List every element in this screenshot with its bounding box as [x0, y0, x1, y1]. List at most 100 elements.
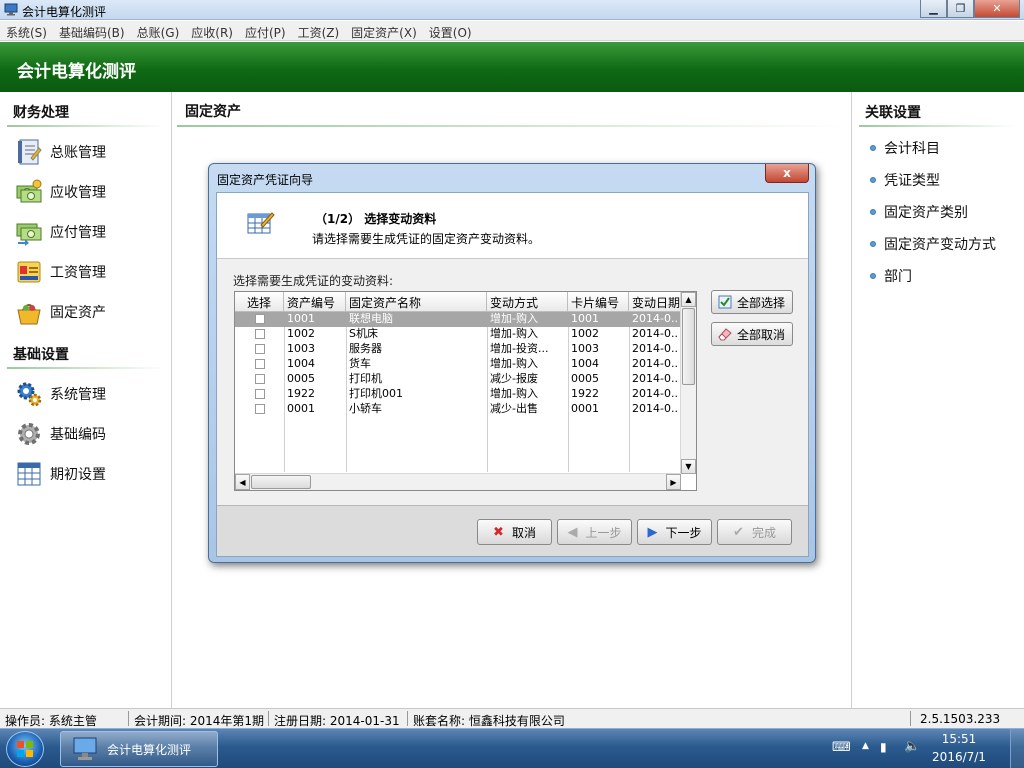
windows-logo-icon: [17, 741, 33, 757]
nav-item-basic-code[interactable]: 基础编码: [14, 418, 164, 450]
left-nav-panel: 财务处理 总账管理 应收管理 应付管理 工资管理 固定资产 基础设置 系统管理 …: [0, 92, 172, 708]
cell-change-method: 增加-购入: [490, 387, 538, 400]
scroll-thumb[interactable]: [251, 475, 311, 489]
scroll-left-arrow-icon[interactable]: ◀: [235, 474, 250, 490]
row-checkbox[interactable]: [255, 374, 265, 384]
maximize-button[interactable]: ❐: [947, 0, 974, 18]
table-row[interactable]: 1002 S机床 增加-购入 1002 2014-0..: [235, 327, 681, 342]
related-link-change-methods[interactable]: 固定资产变动方式: [870, 234, 996, 254]
table-row[interactable]: 1003 服务器 增加-投资... 1003 2014-0..: [235, 342, 681, 357]
menu-ledger[interactable]: 总账(G): [131, 21, 186, 40]
row-checkbox[interactable]: [255, 344, 265, 354]
nav-item-ledger[interactable]: 总账管理: [14, 136, 164, 168]
next-step-button[interactable]: ▶ 下一步: [637, 519, 712, 545]
dialog-body: （1/2） 选择变动资料 请选择需要生成凭证的固定资产变动资料。 选择需要生成凭…: [216, 192, 809, 557]
status-version: 2.5.1503.233: [920, 712, 1001, 726]
nav-item-payroll[interactable]: 工资管理: [14, 256, 164, 288]
computer-icon: [73, 737, 97, 760]
row-checkbox[interactable]: [255, 329, 265, 339]
row-checkbox[interactable]: [255, 389, 265, 399]
table-row[interactable]: 0005 打印机 减少-报废 0005 2014-0..: [235, 372, 681, 387]
select-all-button[interactable]: 全部选择: [711, 290, 793, 314]
nav-item-payable[interactable]: 应付管理: [14, 216, 164, 248]
status-operator: 操作员: 系统主管: [5, 714, 97, 728]
menu-receivable[interactable]: 应收(R): [185, 21, 239, 40]
cell-asset-name: 货车: [349, 357, 371, 370]
tray-expand-icon[interactable]: ▲: [862, 741, 869, 751]
cell-change-date: 2014-0..: [632, 357, 678, 370]
status-separator: [128, 711, 129, 726]
related-link-accounts[interactable]: 会计科目: [870, 138, 940, 158]
nav-item-receivable[interactable]: 应收管理: [14, 176, 164, 208]
close-button[interactable]: ✕: [974, 0, 1020, 18]
column-header-card-number[interactable]: 卡片编号: [568, 292, 629, 312]
cell-asset-code: 1002: [287, 327, 315, 340]
column-header-asset-name[interactable]: 固定资产名称: [346, 292, 487, 312]
section-divider: [7, 367, 165, 369]
nav-item-system[interactable]: 系统管理: [14, 378, 164, 410]
dialog-close-button[interactable]: x: [765, 164, 809, 183]
table-row[interactable]: 1004 货车 增加-购入 1004 2014-0..: [235, 357, 681, 372]
nav-item-initial-setup[interactable]: 期初设置: [14, 458, 164, 490]
column-header-change-method[interactable]: 变动方式: [487, 292, 568, 312]
scroll-thumb[interactable]: [682, 308, 695, 385]
cell-change-method: 增加-购入: [490, 357, 538, 370]
table-row[interactable]: 0001 小轿车 减少-出售 0001 2014-0..: [235, 402, 681, 417]
start-button[interactable]: [6, 731, 44, 767]
clock-time[interactable]: 15:51: [924, 732, 994, 746]
bullet-icon: [870, 177, 876, 183]
menu-payroll[interactable]: 工资(Z): [292, 21, 346, 40]
vertical-scrollbar[interactable]: ▲ ▼: [680, 292, 696, 474]
button-label: 完成: [751, 525, 776, 540]
column-header-change-date[interactable]: 变动日期: [629, 292, 681, 312]
button-label: 全部选择: [737, 295, 786, 310]
column-header-asset-code[interactable]: 资产编号: [284, 292, 346, 312]
eraser-icon: [718, 327, 732, 341]
cell-card-number: 0005: [571, 372, 599, 385]
minimize-button[interactable]: ▁: [920, 0, 947, 18]
horizontal-scrollbar[interactable]: ◀ ▶: [235, 473, 681, 490]
menu-payable[interactable]: 应付(P): [239, 21, 292, 40]
related-link-departments[interactable]: 部门: [870, 266, 912, 286]
network-icon[interactable]: ▮: [880, 740, 887, 754]
deselect-all-button[interactable]: 全部取消: [711, 322, 793, 346]
gears-icon: [14, 379, 44, 409]
menu-basic-code[interactable]: 基础编码(B): [53, 21, 131, 40]
menu-bar: 系统(S) 基础编码(B) 总账(G) 应收(R) 应付(P) 工资(Z) 固定…: [0, 21, 1024, 41]
cancel-button[interactable]: ✖ 取消: [477, 519, 552, 545]
row-checkbox[interactable]: [255, 314, 265, 324]
dialog-title: 固定资产凭证向导: [217, 173, 314, 187]
show-desktop-button[interactable]: [1010, 729, 1024, 768]
ledger-book-icon: [14, 137, 44, 167]
clock-date[interactable]: 2016/7/1: [924, 750, 994, 764]
column-header-select[interactable]: 选择: [235, 292, 284, 312]
taskbar-app-button[interactable]: 会计电算化测评: [60, 731, 218, 767]
table-row[interactable]: 1001 联想电脑 增加-购入 1001 2014-0..: [235, 312, 681, 327]
row-checkbox[interactable]: [255, 404, 265, 414]
cell-change-date: 2014-0..: [632, 372, 678, 385]
nav-item-fixed-assets[interactable]: 固定资产: [14, 296, 164, 328]
cell-change-date: 2014-0..: [632, 342, 678, 355]
section-divider: [7, 125, 165, 127]
menu-system[interactable]: 系统(S): [0, 21, 53, 40]
volume-icon[interactable]: 🔈: [904, 739, 920, 754]
table-row[interactable]: 1922 打印机001 增加-购入 1922 2014-0..: [235, 387, 681, 402]
previous-step-button[interactable]: ◀ 上一步: [557, 519, 632, 545]
related-link-voucher-types[interactable]: 凭证类型: [870, 170, 940, 190]
row-checkbox[interactable]: [255, 359, 265, 369]
nav-label: 系统管理: [50, 387, 106, 403]
scroll-down-arrow-icon[interactable]: ▼: [681, 459, 696, 474]
spreadsheet-icon: [14, 459, 44, 489]
related-link-asset-categories[interactable]: 固定资产类别: [870, 202, 968, 222]
cell-asset-name: 打印机: [349, 372, 382, 385]
menu-fixed-assets[interactable]: 固定资产(X): [345, 21, 423, 40]
keyboard-icon[interactable]: ⌨: [832, 740, 851, 755]
scroll-right-arrow-icon[interactable]: ▶: [666, 474, 681, 490]
finish-button[interactable]: ✔ 完成: [717, 519, 792, 545]
change-records-grid[interactable]: 选择 资产编号 固定资产名称 变动方式 卡片编号 变动日期 1001 联想电脑 …: [234, 291, 697, 491]
cell-asset-code: 1004: [287, 357, 315, 370]
scroll-up-arrow-icon[interactable]: ▲: [681, 292, 696, 307]
menu-settings[interactable]: 设置(O): [423, 21, 478, 40]
cell-asset-code: 1922: [287, 387, 315, 400]
x-icon: ✖: [493, 524, 504, 540]
